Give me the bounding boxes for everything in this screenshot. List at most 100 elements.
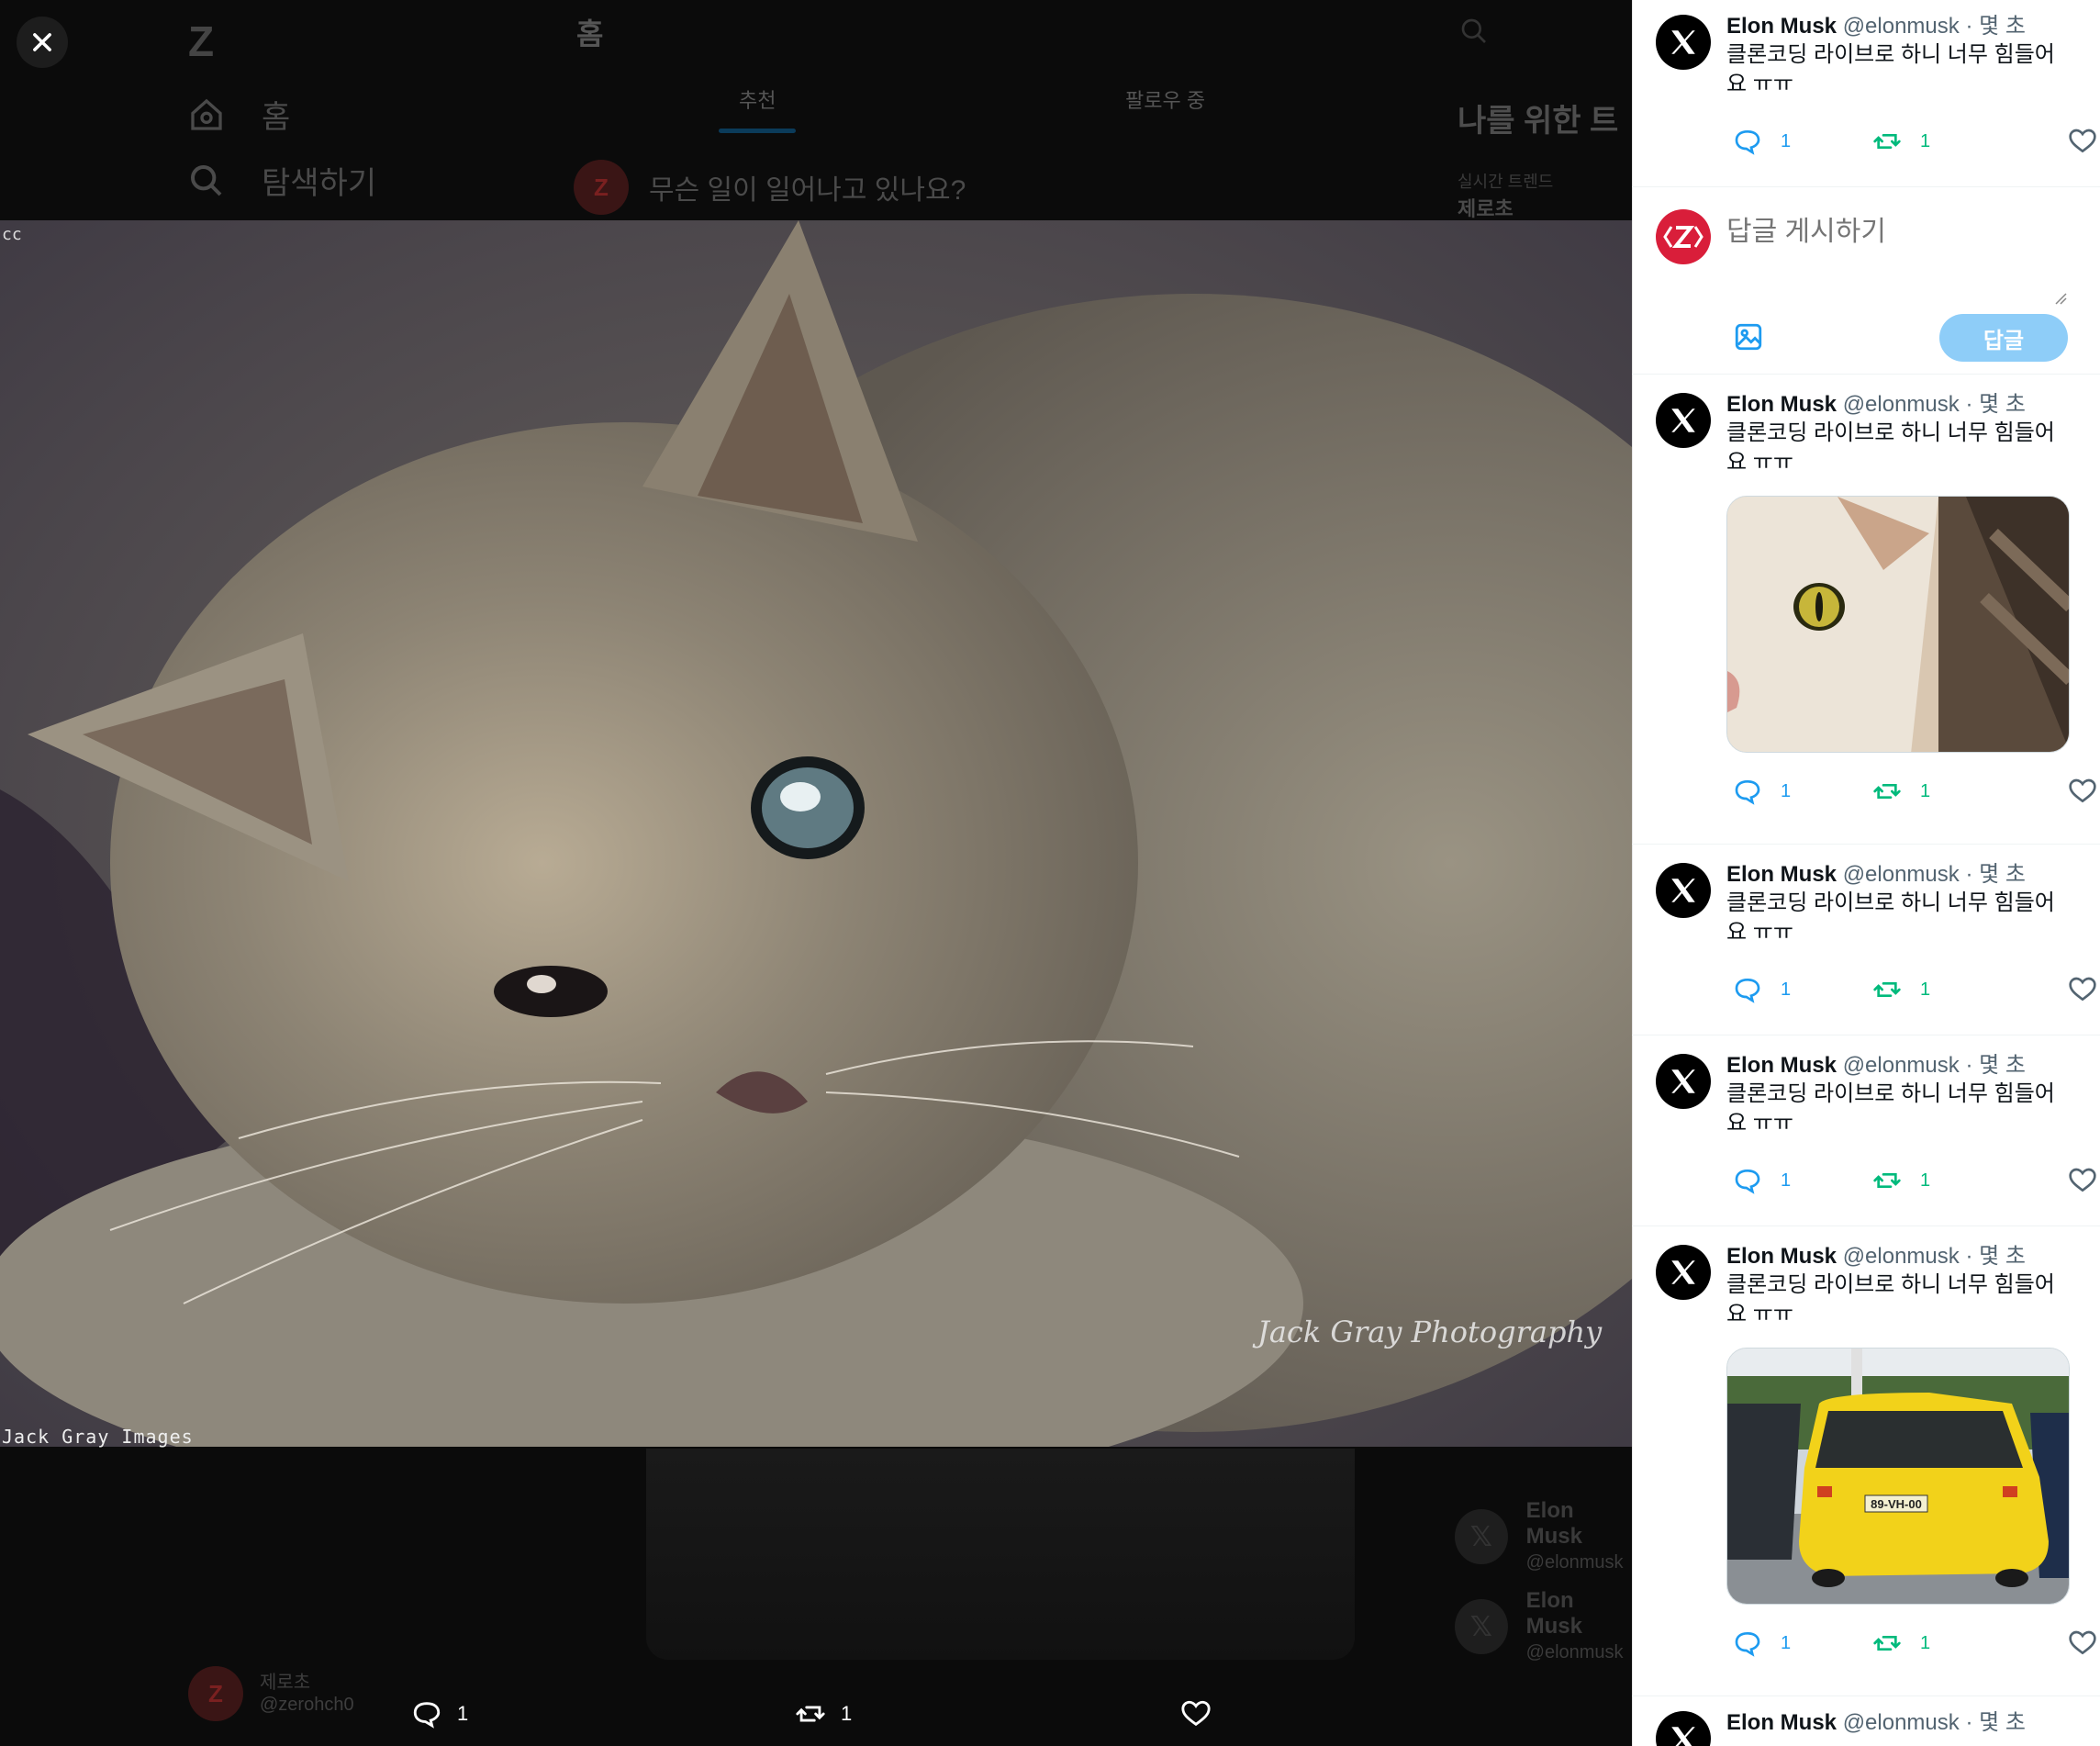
tweet[interactable]: Elon Musk @elonmusk · 몇 초 클론코딩 라이브로 하니 너…: [1632, 1226, 2100, 1696]
tweet-author-name[interactable]: Elon Musk: [1726, 1710, 1837, 1735]
reply-count: 1: [1781, 130, 1792, 151]
tweet-timestamp[interactable]: 몇 초: [1979, 392, 2026, 417]
nav-item-home[interactable]: 홈: [188, 92, 290, 137]
tweet-timestamp[interactable]: 몇 초: [1979, 1053, 2026, 1078]
separator-dot: ·: [1965, 14, 1973, 39]
search-icon[interactable]: [1459, 17, 1489, 46]
enlarged-image: [0, 220, 1632, 1447]
follow-suggestion[interactable]: 𝕏 Elon Musk @elonmusk: [1455, 1588, 1632, 1665]
x-logo-icon: [1671, 30, 1695, 54]
tweet[interactable]: Elon Musk @elonmusk · 몇 초 클론코딩 라이브로 하니 너…: [1632, 375, 2100, 845]
tweet-author-name[interactable]: Elon Musk: [1726, 862, 1837, 887]
feed-image[interactable]: [646, 1449, 1355, 1660]
separator-dot: ·: [1965, 1053, 1973, 1078]
avatar[interactable]: [1656, 1245, 1711, 1300]
close-button[interactable]: [17, 17, 68, 68]
tweet[interactable]: Elon Musk @elonmusk · 몇 초 클론코딩 라이브로 하니 너…: [1632, 845, 2100, 1035]
tweet-author-handle[interactable]: @elonmusk: [1843, 14, 1960, 39]
retweet-icon: [1873, 1173, 1901, 1188]
resize-grip-icon[interactable]: [2054, 292, 2067, 305]
follow-name: Elon Musk: [1525, 1588, 1583, 1639]
follow-suggestion[interactable]: 𝕏 Elon Musk @elonmusk: [1455, 1498, 1632, 1575]
tweet[interactable]: Elon Musk @elonmusk · 몇 초: [1632, 1696, 2100, 1746]
tweet-author-name[interactable]: Elon Musk: [1726, 392, 1837, 417]
image-upload-icon[interactable]: [1733, 321, 1764, 353]
reply-input[interactable]: [1726, 217, 2057, 248]
compose-box[interactable]: Z 무슨 일이 일어나고 있나요?: [574, 160, 966, 215]
media-like-button[interactable]: [1180, 1698, 1212, 1729]
reply-button[interactable]: 1: [1733, 1166, 1791, 1195]
follow-handle: @elonmusk: [1525, 1552, 1624, 1573]
retweet-button[interactable]: 1: [1872, 1628, 1930, 1658]
like-button[interactable]: [2068, 777, 2097, 806]
tweet-author-handle[interactable]: @elonmusk: [1843, 392, 1960, 417]
avatar[interactable]: [1656, 15, 1711, 70]
tweet-text: 클론코딩 라이브로 하니 너무 힘들어요 ㅠㅠ: [1726, 42, 2055, 96]
tab-recommended[interactable]: 추천: [739, 84, 776, 114]
tweet-text: 클론코딩 라이브로 하니 너무 힘들어요 ㅠㅠ: [1726, 420, 2055, 475]
svg-text:89-VH-00: 89-VH-00: [1871, 1497, 1922, 1511]
retweet-button[interactable]: 1: [1872, 975, 1930, 1004]
kitten-photo: [0, 220, 1632, 1447]
reply-button[interactable]: 1: [1733, 1628, 1791, 1658]
user-avatar[interactable]: [1656, 209, 1711, 264]
tweet-image[interactable]: 89-VH-00: [1726, 1348, 2070, 1605]
media-reply-button[interactable]: 1: [411, 1698, 468, 1729]
retweet-icon: [1873, 134, 1901, 149]
avatar[interactable]: [1656, 393, 1711, 448]
media-retweet-count: 1: [841, 1702, 853, 1725]
tweet[interactable]: Elon Musk @elonmusk · 몇 초 클론코딩 라이브로 하니 너…: [1632, 0, 2100, 187]
z-logo-icon: [1663, 226, 1703, 248]
tweet-author-name[interactable]: Elon Musk: [1726, 1053, 1837, 1078]
tweet-author-name[interactable]: Elon Musk: [1726, 14, 1837, 39]
active-tab-indicator: [719, 129, 796, 133]
tweet-author-handle[interactable]: @elonmusk: [1843, 1053, 1960, 1078]
separator-dot: ·: [1965, 862, 1973, 887]
reply-icon: [1735, 1631, 1760, 1657]
tab-following[interactable]: 팔로우 중: [1125, 84, 1205, 114]
avatar[interactable]: [1656, 1054, 1711, 1109]
avatar[interactable]: [1656, 863, 1711, 918]
reply-button[interactable]: 1: [1733, 777, 1791, 806]
tweet-author-handle[interactable]: @elonmusk: [1843, 1710, 1960, 1735]
tweet-timestamp[interactable]: 몇 초: [1979, 14, 2026, 39]
retweet-icon: [796, 1706, 825, 1722]
reply-button[interactable]: 1: [1733, 975, 1791, 1004]
avatar[interactable]: [1656, 1711, 1711, 1746]
tweet-author-name[interactable]: Elon Musk: [1726, 1244, 1837, 1269]
reply-icon: [1735, 129, 1760, 155]
reply-icon: [1735, 978, 1760, 1003]
nav-item-explore[interactable]: 탐색하기: [188, 158, 376, 203]
media-viewer-screen: Z 홈 탐색하기 홈 추천 팔로우 중 Z 무슨 일이 일어나고 있나요? 나를…: [0, 0, 2100, 1746]
heart-icon: [2069, 1168, 2096, 1192]
like-button[interactable]: [2068, 127, 2097, 156]
media-retweet-button[interactable]: 1: [795, 1698, 852, 1729]
tweet-author-handle[interactable]: @elonmusk: [1843, 862, 1960, 887]
tweet-timestamp[interactable]: 몇 초: [1979, 862, 2026, 887]
retweet-button[interactable]: 1: [1872, 1166, 1930, 1195]
tweet[interactable]: Elon Musk @elonmusk · 몇 초 클론코딩 라이브로 하니 너…: [1632, 1035, 2100, 1226]
current-user-menu[interactable]: Z 제로초 @zerohch0: [188, 1666, 354, 1721]
follow-name: Elon Musk: [1525, 1498, 1583, 1549]
reply-icon: [413, 1702, 441, 1729]
reply-submit-button[interactable]: 답글: [1939, 314, 2068, 362]
trend-name[interactable]: 제로초: [1458, 193, 1514, 222]
like-button[interactable]: [2068, 1628, 2097, 1658]
reply-count: 1: [1781, 780, 1792, 801]
retweet-icon: [1873, 1636, 1901, 1651]
heart-icon: [2069, 1630, 2096, 1655]
tweet-timestamp[interactable]: 몇 초: [1979, 1710, 2026, 1735]
retweet-button[interactable]: 1: [1872, 127, 1930, 156]
avatar: 𝕏: [1455, 1509, 1508, 1564]
retweet-button[interactable]: 1: [1872, 777, 1930, 806]
separator-dot: ·: [1965, 392, 1973, 417]
tweet-timestamp[interactable]: 몇 초: [1979, 1244, 2026, 1269]
separator-dot: ·: [1965, 1244, 1973, 1269]
tweet-author-handle[interactable]: @elonmusk: [1843, 1244, 1960, 1269]
tweet-image[interactable]: [1726, 496, 2070, 753]
like-button[interactable]: [2068, 975, 2097, 1004]
reply-button[interactable]: 1: [1733, 127, 1791, 156]
x-logo-icon: [1671, 1260, 1695, 1284]
x-logo-icon: [1671, 879, 1695, 902]
like-button[interactable]: [2068, 1166, 2097, 1195]
